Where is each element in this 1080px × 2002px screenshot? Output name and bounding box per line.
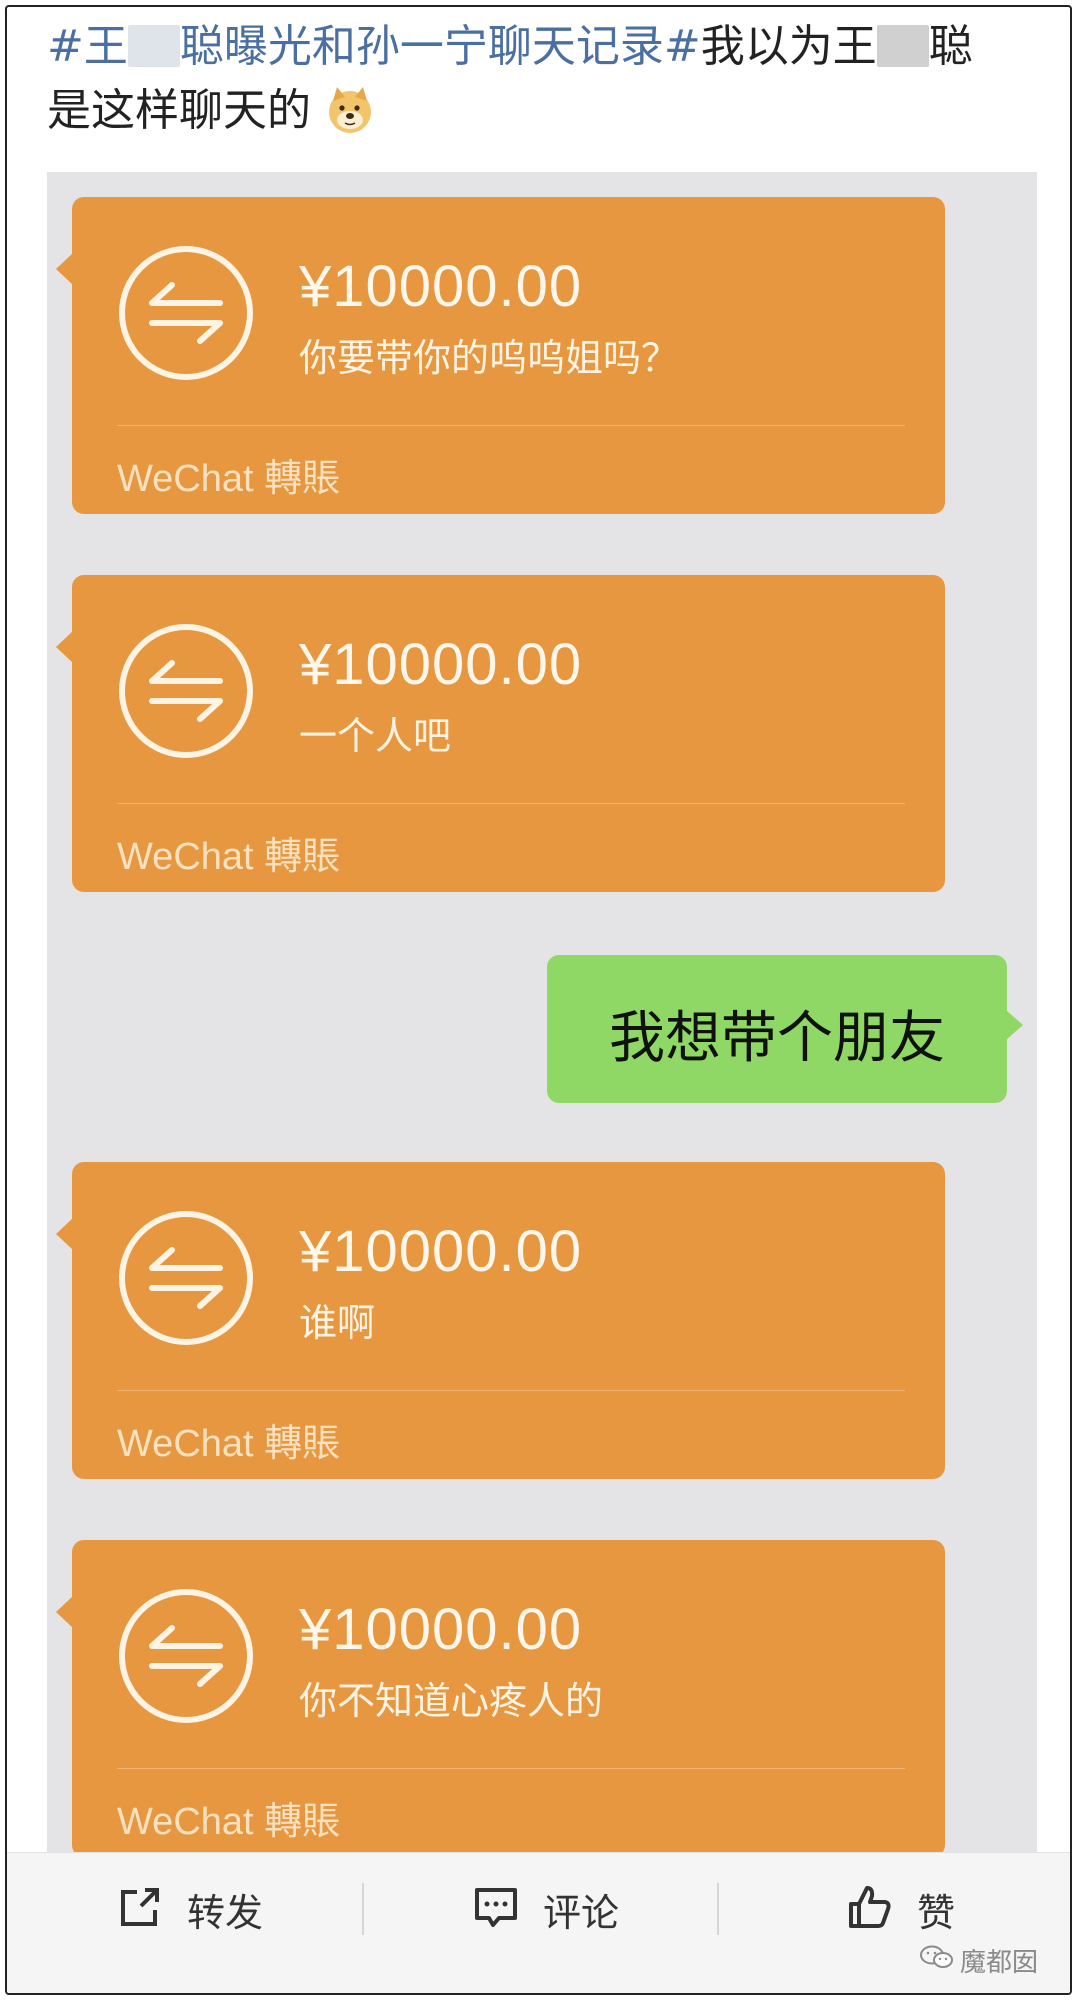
transfer-arrows-icon [116, 1586, 256, 1726]
transfer-note: 你不知道心疼人的 [299, 1679, 604, 1723]
comment-icon [471, 1882, 521, 1936]
transfer-arrows-icon [116, 243, 256, 383]
divider [117, 425, 905, 426]
transfer-note: 一个人吧 [299, 714, 452, 758]
brand-label: 轉賬 [264, 1799, 341, 1843]
transfer-brand: WeChat 轉賬 [117, 825, 340, 880]
transfer-arrows-icon [116, 1208, 256, 1348]
brand-name: WeChat [117, 1801, 254, 1843]
doge-emoji-icon [325, 85, 375, 135]
divider [117, 803, 905, 804]
transfer-amount: ¥10000.00 [299, 254, 583, 319]
wechat-logo-icon [920, 1945, 960, 1976]
hashtag-part2: 聪曝光和孙一宁聊天记录# [179, 21, 701, 72]
post-text-part2: 聪 [928, 21, 973, 72]
separator [717, 1883, 719, 1935]
sent-message-text: 我想带个朋友 [609, 1006, 945, 1071]
divider [117, 1390, 905, 1391]
hashtag-link[interactable]: #王 聪曝光和孙一宁聊天记录# [47, 21, 701, 72]
transfer-bubble[interactable]: ¥10000.00 一个人吧 WeChat 轉賬 [56, 575, 945, 892]
comment-label: 评论 [543, 1890, 620, 1935]
transfer-bubble[interactable]: ¥10000.00 谁啊 WeChat 轉賬 [56, 1162, 945, 1479]
comment-button[interactable]: 评论 [471, 1853, 619, 1965]
share-icon [115, 1882, 165, 1936]
transfer-bubble[interactable]: ¥10000.00 你要带你的呜呜姐吗？ WeChat 轉賬 [56, 197, 945, 514]
like-label: 赞 [917, 1890, 956, 1935]
sent-message-bubble[interactable]: 我想带个朋友 [547, 955, 1023, 1103]
watermark-text: 魔都囡 [960, 1948, 1039, 1978]
transfer-brand: WeChat 轉賬 [117, 447, 340, 502]
transfer-amount: ¥10000.00 [299, 632, 583, 697]
forward-button[interactable]: 转发 [115, 1853, 263, 1965]
chat-screenshot: ¥10000.00 你要带你的呜呜姐吗？ WeChat 轉賬 ¥10000.00… [47, 172, 1037, 1852]
post-text: #王 聪曝光和孙一宁聊天记录#我以为王聪 是这样聊天的 [47, 15, 1047, 143]
brand-name: WeChat [117, 1423, 254, 1465]
brand-label: 轉賬 [264, 834, 341, 878]
transfer-brand: WeChat 轉賬 [117, 1790, 340, 1845]
brand-label: 轉賬 [264, 1421, 341, 1465]
post-text-part1: 我以为王 [700, 21, 877, 72]
brand-label: 轉賬 [264, 456, 341, 500]
hashtag-part1: #王 [47, 21, 128, 72]
action-bar: 转发 评论 赞 [7, 1852, 1070, 1993]
transfer-amount: ¥10000.00 [299, 1597, 583, 1662]
transfer-bubble[interactable]: ¥10000.00 你不知道心疼人的 WeChat 轉賬 [56, 1540, 945, 1852]
forward-label: 转发 [187, 1890, 264, 1935]
post-card: #王 聪曝光和孙一宁聊天记录#我以为王聪 是这样聊天的 ¥10000.00 你要… [5, 5, 1072, 1995]
transfer-note: 你要带你的呜呜姐吗？ [299, 336, 680, 380]
censored-name-block [127, 25, 180, 67]
brand-name: WeChat [117, 458, 254, 500]
divider [117, 1768, 905, 1769]
transfer-brand: WeChat 轉賬 [117, 1412, 340, 1467]
separator [362, 1883, 364, 1935]
thumbs-up-icon [845, 1882, 895, 1936]
transfer-arrows-icon [116, 621, 256, 761]
transfer-amount: ¥10000.00 [299, 1219, 583, 1284]
censored-name-block [876, 25, 929, 67]
post-text-line2: 是这样聊天的 [47, 85, 311, 136]
watermark: 魔都囡 [920, 1942, 1038, 1979]
brand-name: WeChat [117, 836, 254, 878]
transfer-note: 谁啊 [299, 1301, 376, 1345]
